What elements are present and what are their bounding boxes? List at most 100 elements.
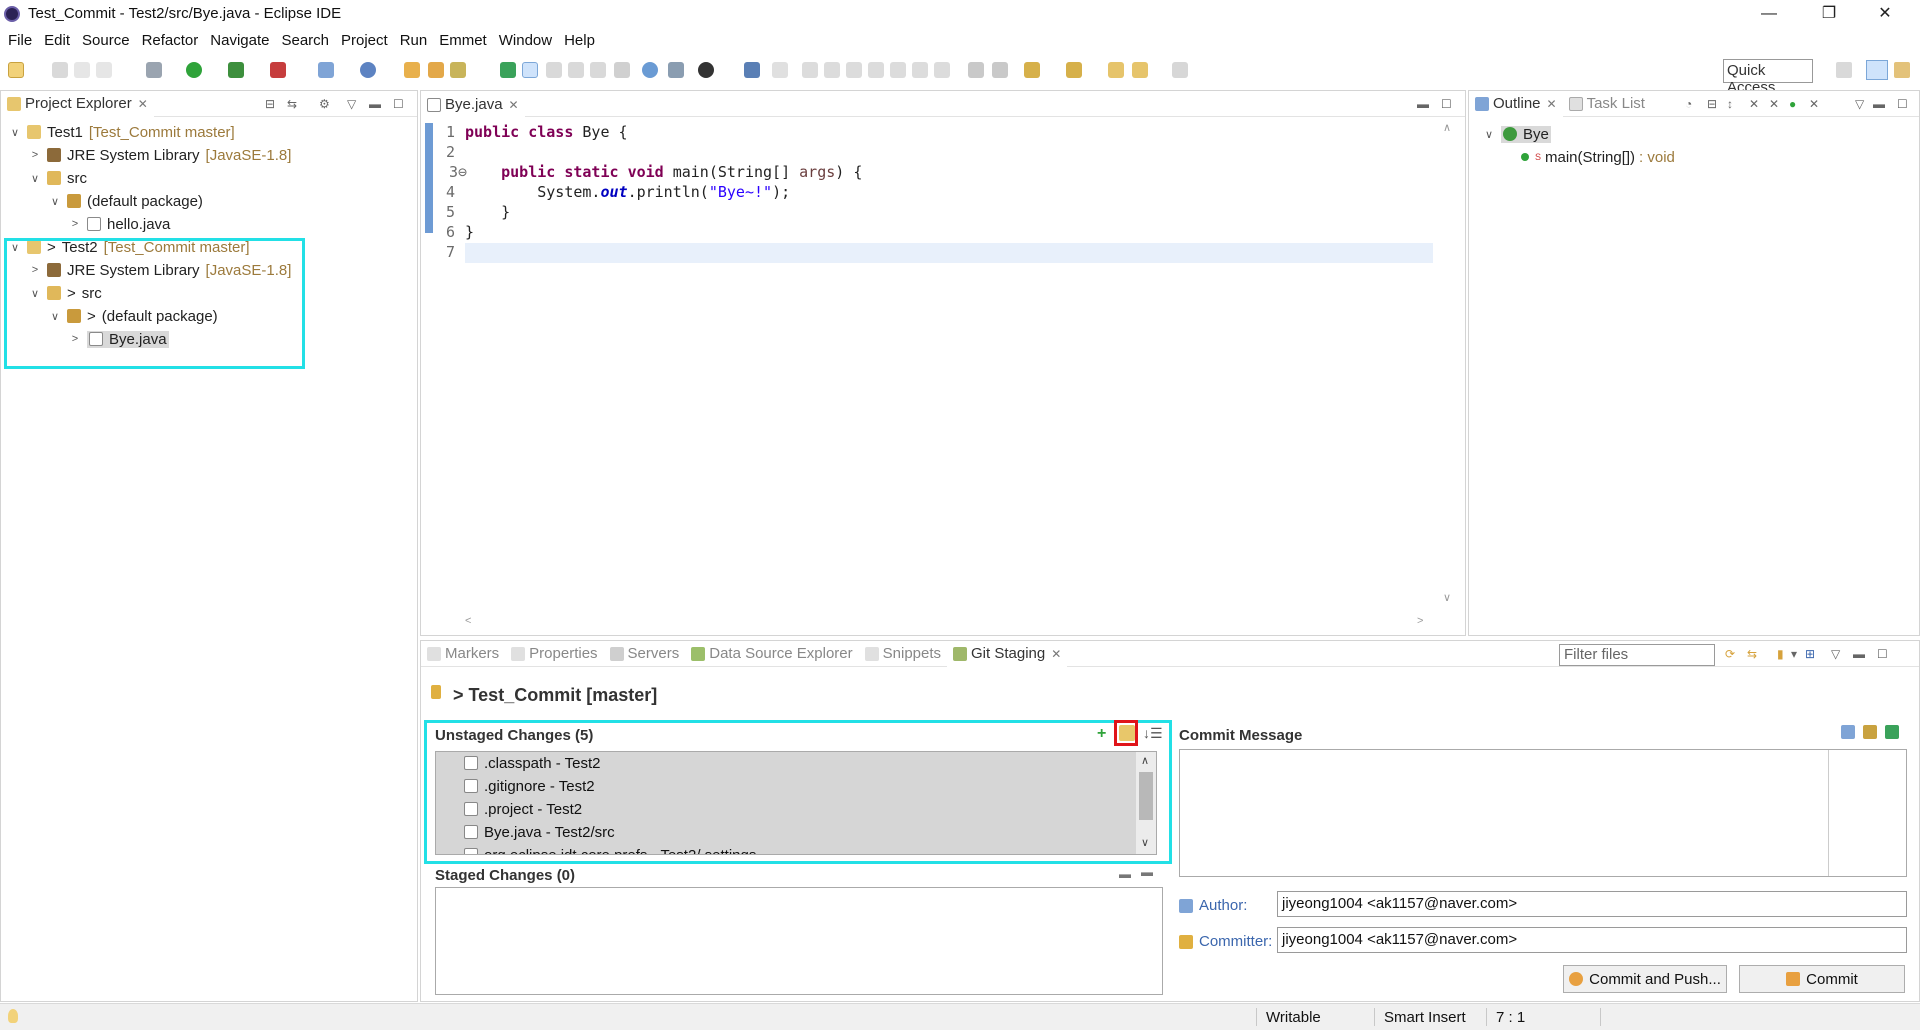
scroll-right-icon[interactable]: > <box>1417 615 1423 627</box>
print-icon[interactable] <box>96 62 112 78</box>
author-input[interactable]: jiyeong1004 <ak1157@naver.com> <box>1277 891 1907 917</box>
debug-icon[interactable] <box>146 62 162 78</box>
maximize-view-icon[interactable]: ☐ <box>1897 97 1908 111</box>
external-tools-icon[interactable] <box>270 62 286 78</box>
last-edit-icon[interactable] <box>1108 62 1124 78</box>
resume-icon[interactable] <box>802 62 818 78</box>
amend-icon[interactable] <box>1841 725 1855 739</box>
scroll-up-icon[interactable]: ∧ <box>1443 121 1451 134</box>
focus-icon[interactable]: ◔ <box>1685 97 1692 111</box>
collapse-all-icon[interactable]: ⊟ <box>1707 97 1717 111</box>
close-icon[interactable]: ✕ <box>138 97 148 111</box>
outline-class-item[interactable]: ∨ Bye <box>1483 123 1551 145</box>
code-area[interactable]: public class Bye { public static void ma… <box>465 123 1425 283</box>
close-icon[interactable]: ✕ <box>1547 97 1557 111</box>
suspend-icon[interactable] <box>824 62 840 78</box>
tree-item-default-package[interactable]: ∨ (default package) <box>49 190 203 212</box>
dropdown-icon[interactable]: ▾ <box>1791 647 1797 661</box>
menu-emmet[interactable]: Emmet <box>435 32 495 49</box>
hide-fields-icon[interactable]: ✕ <box>1749 97 1759 111</box>
tab-project-explorer[interactable]: Project Explorer ✕ <box>1 90 154 117</box>
toggle-method-icon[interactable] <box>992 62 1008 78</box>
commit-and-push-button[interactable]: Commit and Push... <box>1563 965 1727 993</box>
menu-help[interactable]: Help <box>560 32 603 49</box>
use-step-filters-icon[interactable] <box>968 62 984 78</box>
open-type-icon[interactable] <box>404 62 420 78</box>
git-perspective-icon[interactable] <box>1894 62 1910 78</box>
sort-icon[interactable]: ↕ <box>1727 97 1733 111</box>
step-into-icon[interactable] <box>890 62 906 78</box>
open-task-icon[interactable] <box>428 62 444 78</box>
remove-all-icon[interactable]: ▬ <box>1119 867 1131 881</box>
menu-file[interactable]: File <box>4 32 40 49</box>
tree-item-src[interactable]: ∨ src <box>29 167 87 189</box>
save-all-icon[interactable] <box>52 62 68 78</box>
menu-refactor[interactable]: Refactor <box>138 32 207 49</box>
word-wrap-icon[interactable] <box>568 62 584 78</box>
chevron-down-icon[interactable]: ∨ <box>29 172 41 185</box>
link-selection-icon[interactable]: ⇆ <box>1747 647 1757 661</box>
maximize-view-icon[interactable]: ☐ <box>1877 647 1888 661</box>
scroll-down-icon[interactable]: ∨ <box>1443 591 1451 604</box>
step-over-icon[interactable] <box>912 62 928 78</box>
filter-icon[interactable]: ⚙ <box>319 97 330 111</box>
terminate-icon[interactable] <box>846 62 862 78</box>
disconnect-icon[interactable] <box>868 62 884 78</box>
chevron-down-icon[interactable]: ∨ <box>49 195 61 208</box>
open-perspective-icon[interactable] <box>1836 62 1852 78</box>
new-package-icon[interactable] <box>360 62 376 78</box>
tab-data-source-explorer[interactable]: Data Source Explorer <box>685 641 858 667</box>
chevron-down-icon[interactable]: ∨ <box>1483 128 1495 141</box>
menu-project[interactable]: Project <box>337 32 396 49</box>
restore-button[interactable]: ❐ <box>1806 2 1852 26</box>
commit-message-input[interactable] <box>1179 749 1907 877</box>
tab-snippets[interactable]: Snippets <box>859 641 947 667</box>
tab-git-staging[interactable]: Git Staging ✕ <box>947 640 1068 667</box>
minimize-view-icon[interactable]: ▬ <box>369 97 381 111</box>
refresh-icon[interactable]: ⟳ <box>1725 647 1735 661</box>
menu-window[interactable]: Window <box>495 32 560 49</box>
tree-item-jre-library[interactable]: > JRE System Library [JavaSE-1.8] <box>29 144 292 166</box>
horizontal-scrollbar[interactable]: < > <box>465 615 1435 633</box>
signoff-icon[interactable] <box>1863 725 1877 739</box>
tree-item-hello-java[interactable]: > hello.java <box>69 213 171 235</box>
tab-bye-java[interactable]: Bye.java ✕ <box>421 90 525 117</box>
minimize-view-icon[interactable]: ▬ <box>1873 97 1885 111</box>
menu-edit[interactable]: Edit <box>40 32 78 49</box>
close-icon[interactable]: ✕ <box>509 98 519 112</box>
save-icon[interactable] <box>74 62 90 78</box>
hide-nonpublic-icon[interactable]: ● <box>1789 97 1796 111</box>
step-return-icon[interactable] <box>934 62 950 78</box>
tab-task-list[interactable]: Task List <box>1563 91 1651 117</box>
quick-access-input[interactable]: Quick Access <box>1723 59 1813 96</box>
layout-icon[interactable]: ⊞ <box>1805 647 1815 661</box>
mark-occurrences-icon[interactable] <box>522 62 538 78</box>
commit-button[interactable]: Commit <box>1739 965 1905 993</box>
tab-servers[interactable]: Servers <box>604 641 686 667</box>
hide-static-icon[interactable]: ✕ <box>1769 97 1779 111</box>
view-menu-icon[interactable]: ▽ <box>347 97 356 111</box>
repository-icon[interactable]: ▮ <box>1777 647 1784 661</box>
filter-files-input[interactable]: Filter files <box>1559 644 1715 666</box>
toggle-breadcrumb-icon[interactable] <box>500 62 516 78</box>
minimize-view-icon[interactable]: ▬ <box>1853 647 1865 661</box>
ant-icon[interactable] <box>668 62 684 78</box>
back-icon[interactable] <box>1132 62 1148 78</box>
menu-source[interactable]: Source <box>78 32 138 49</box>
hide-local-types-icon[interactable]: ✕ <box>1809 97 1819 111</box>
maximize-view-icon[interactable]: ☐ <box>1441 97 1452 111</box>
previous-annotation-icon[interactable] <box>1066 62 1082 78</box>
console-icon[interactable] <box>744 62 760 78</box>
remove-from-index-icon[interactable]: ▬ <box>1141 865 1153 879</box>
forward-icon[interactable] <box>1172 62 1188 78</box>
scroll-left-icon[interactable]: < <box>465 615 471 627</box>
menu-navigate[interactable]: Navigate <box>206 32 277 49</box>
maximize-view-icon[interactable]: ☐ <box>393 97 404 111</box>
close-button[interactable]: ✕ <box>1862 2 1908 26</box>
lightbulb-icon[interactable] <box>8 1009 18 1023</box>
menu-search[interactable]: Search <box>277 32 337 49</box>
change-id-icon[interactable] <box>1885 725 1899 739</box>
collapse-all-icon[interactable]: ⊟ <box>265 97 275 111</box>
record-icon[interactable] <box>698 62 714 78</box>
java-perspective-icon[interactable] <box>1866 60 1888 80</box>
